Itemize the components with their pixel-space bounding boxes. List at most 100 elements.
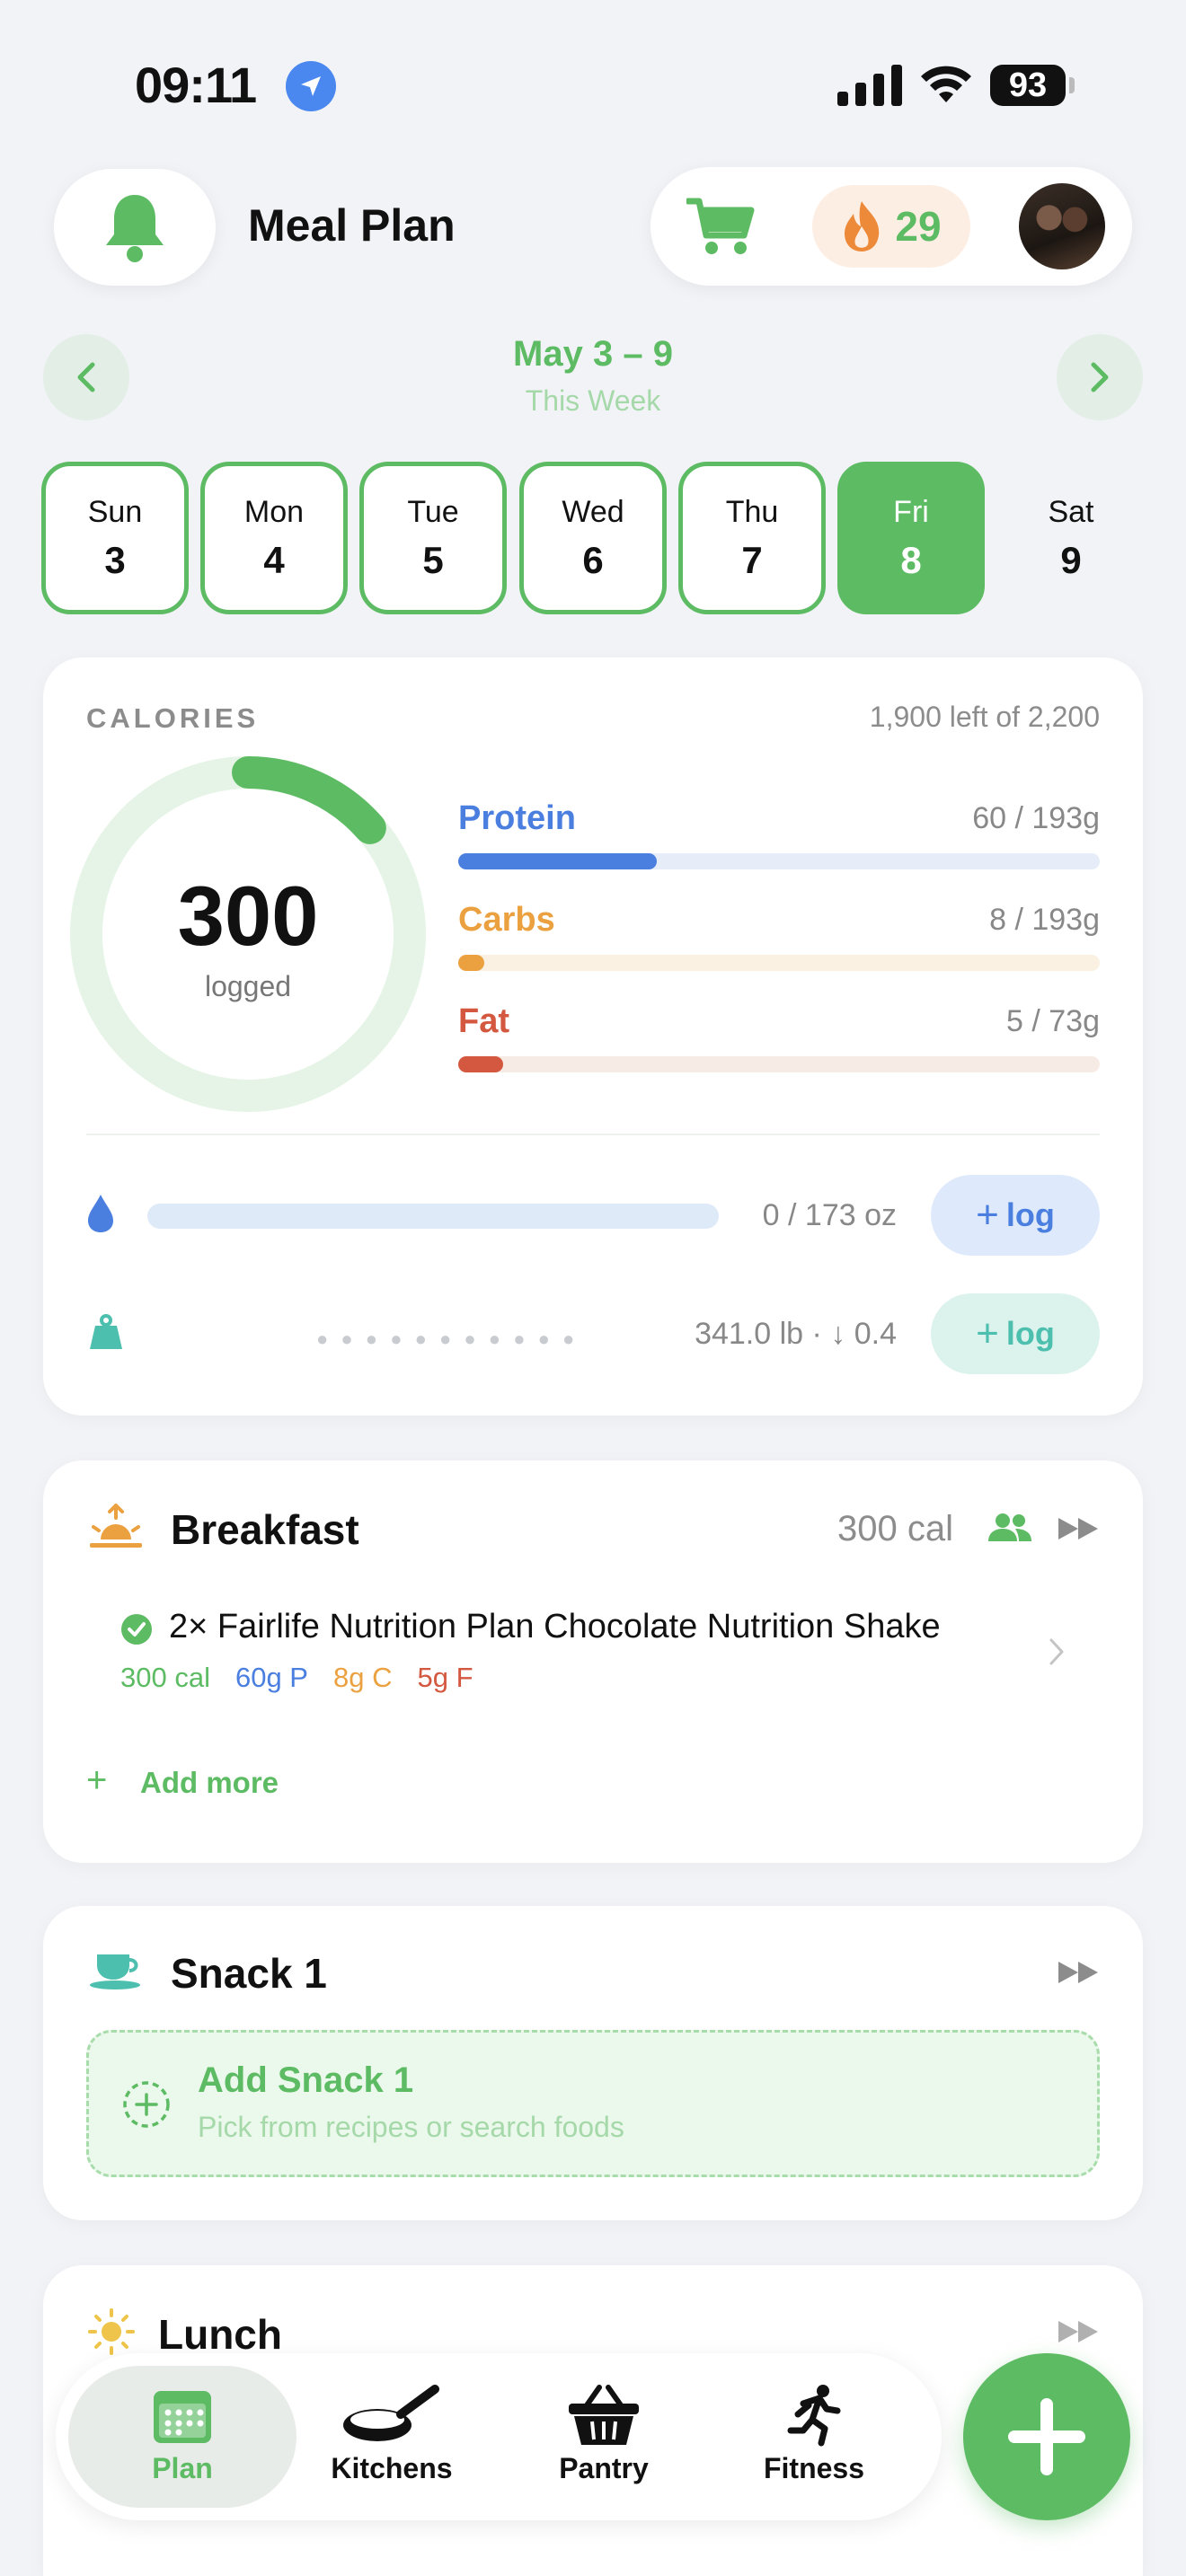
runner-icon bbox=[787, 2385, 841, 2447]
flame-icon bbox=[845, 201, 880, 251]
day-wed[interactable]: Wed 6 bbox=[519, 462, 667, 614]
avatar[interactable] bbox=[1019, 183, 1105, 269]
food-item-calories: 300 cal bbox=[120, 1662, 210, 1693]
food-item-macros: 300 cal 60g P 8g C 5g F bbox=[120, 1662, 474, 1694]
chevron-right-icon bbox=[1049, 1638, 1064, 1665]
location-icon bbox=[286, 61, 336, 111]
teacup-icon bbox=[90, 1954, 140, 1989]
day-sun[interactable]: Sun 3 bbox=[41, 462, 189, 614]
day-name: Thu bbox=[725, 494, 779, 529]
protein-value: 60 / 193g bbox=[972, 801, 1100, 835]
basket-icon bbox=[569, 2385, 639, 2445]
page-title: Meal Plan bbox=[248, 200, 456, 251]
add-button[interactable] bbox=[963, 2353, 1130, 2520]
calories-logged-label: logged bbox=[204, 970, 292, 1002]
day-mon[interactable]: Mon 4 bbox=[200, 462, 348, 614]
day-sat[interactable]: Sat 9 bbox=[997, 462, 1145, 614]
tab-pantry[interactable]: Pantry bbox=[514, 2384, 694, 2485]
day-name: Sat bbox=[1048, 494, 1094, 529]
fat-bar bbox=[458, 1056, 1100, 1072]
carbs-bar bbox=[458, 955, 1100, 971]
food-item-name: 2× Fairlife Nutrition Plan Chocolate Nut… bbox=[169, 1608, 941, 1645]
food-item-carbs: 8g C bbox=[332, 1662, 393, 1693]
check-circle-icon bbox=[121, 1614, 152, 1645]
fast-forward-icon[interactable] bbox=[1057, 1960, 1100, 1985]
tab-kitchens[interactable]: Kitchens bbox=[302, 2384, 482, 2485]
weight-trend-dots: ● ● ● ● ● ● ● ● ● ● ● bbox=[316, 1328, 579, 1350]
day-name: Fri bbox=[893, 494, 929, 529]
log-water-button[interactable]: + log bbox=[931, 1175, 1100, 1256]
water-value: 0 / 173 oz bbox=[762, 1198, 897, 1232]
day-number: 6 bbox=[582, 538, 604, 581]
add-snack1-button[interactable] bbox=[86, 2030, 1100, 2177]
signal-icon bbox=[837, 65, 902, 106]
previous-week-button[interactable] bbox=[43, 334, 129, 420]
breakfast-title: Breakfast bbox=[171, 1506, 359, 1553]
fast-forward-icon[interactable] bbox=[1057, 1516, 1100, 1541]
plus-icon: + bbox=[976, 1311, 999, 1355]
plus-icon: + bbox=[976, 1193, 999, 1237]
tab-label: Pantry bbox=[559, 2452, 649, 2484]
day-number: 7 bbox=[741, 538, 763, 581]
fat-label: Fat bbox=[458, 1002, 509, 1040]
food-item-fat: 5g F bbox=[417, 1662, 474, 1693]
fast-forward-icon[interactable] bbox=[1057, 2319, 1100, 2344]
lunch-title: Lunch bbox=[158, 2311, 282, 2358]
sunrise-icon bbox=[90, 1504, 142, 1548]
tab-fitness[interactable]: Fitness bbox=[724, 2384, 904, 2485]
day-name: Tue bbox=[407, 494, 459, 529]
bell-icon bbox=[106, 195, 164, 262]
add-snack1-title: Add Snack 1 bbox=[198, 2060, 414, 2100]
tab-label: Fitness bbox=[763, 2452, 865, 2484]
carbs-bar-fill bbox=[458, 955, 484, 971]
snack1-title: Snack 1 bbox=[171, 1950, 327, 1997]
calories-label: CALORIES bbox=[86, 702, 260, 734]
week-subtitle: This Week bbox=[525, 384, 661, 417]
calories-logged: 300 bbox=[177, 869, 319, 963]
carbs-label: Carbs bbox=[458, 901, 555, 939]
streak-badge[interactable]: 29 bbox=[812, 185, 970, 268]
tab-label: Kitchens bbox=[331, 2452, 453, 2484]
notifications-button[interactable] bbox=[54, 169, 216, 286]
next-week-button[interactable] bbox=[1057, 334, 1143, 420]
protein-bar-fill bbox=[458, 853, 658, 869]
day-fri[interactable]: Fri 8 bbox=[837, 462, 985, 614]
battery-tip bbox=[1069, 77, 1075, 93]
plus-icon bbox=[1008, 2398, 1085, 2475]
week-range: May 3 – 9 bbox=[513, 334, 673, 374]
day-name: Wed bbox=[562, 494, 624, 529]
sun-icon bbox=[88, 2308, 135, 2355]
log-water-label: log bbox=[1005, 1196, 1055, 1233]
water-bar bbox=[147, 1204, 719, 1229]
day-tue[interactable]: Tue 5 bbox=[359, 462, 507, 614]
protein-bar bbox=[458, 853, 1100, 869]
weight-value: 341.0 lb · ↓ 0.4 bbox=[695, 1317, 897, 1351]
pan-icon bbox=[343, 2385, 439, 2441]
day-name: Mon bbox=[243, 494, 305, 529]
cart-icon[interactable] bbox=[686, 196, 755, 257]
log-weight-label: log bbox=[1005, 1315, 1055, 1352]
status-time: 09:11 bbox=[135, 57, 257, 113]
battery-indicator: 93 bbox=[990, 65, 1066, 106]
streak-count: 29 bbox=[895, 203, 942, 250]
scale-weight-icon bbox=[90, 1314, 122, 1349]
divider bbox=[86, 1134, 1100, 1135]
day-thu[interactable]: Thu 7 bbox=[678, 462, 826, 614]
tab-plan[interactable]: Plan bbox=[93, 2384, 272, 2485]
log-weight-button[interactable]: + log bbox=[931, 1293, 1100, 1374]
day-name: Sun bbox=[87, 494, 143, 529]
fat-bar-fill bbox=[458, 1056, 503, 1072]
add-more-button[interactable]: Add more bbox=[140, 1766, 279, 1800]
day-number: 3 bbox=[104, 538, 126, 581]
breakfast-calories: 300 cal bbox=[837, 1509, 953, 1548]
fat-value: 5 / 73g bbox=[1006, 1004, 1100, 1038]
day-number: 5 bbox=[422, 538, 444, 581]
protein-label: Protein bbox=[458, 799, 576, 837]
add-circle-icon bbox=[123, 2081, 170, 2128]
plus-icon: + bbox=[86, 1760, 108, 1800]
day-number: 8 bbox=[900, 538, 922, 581]
people-icon[interactable] bbox=[988, 1513, 1031, 1543]
wifi-icon bbox=[921, 66, 971, 102]
water-drop-icon bbox=[88, 1195, 113, 1232]
food-item-protein: 60g P bbox=[235, 1662, 308, 1693]
